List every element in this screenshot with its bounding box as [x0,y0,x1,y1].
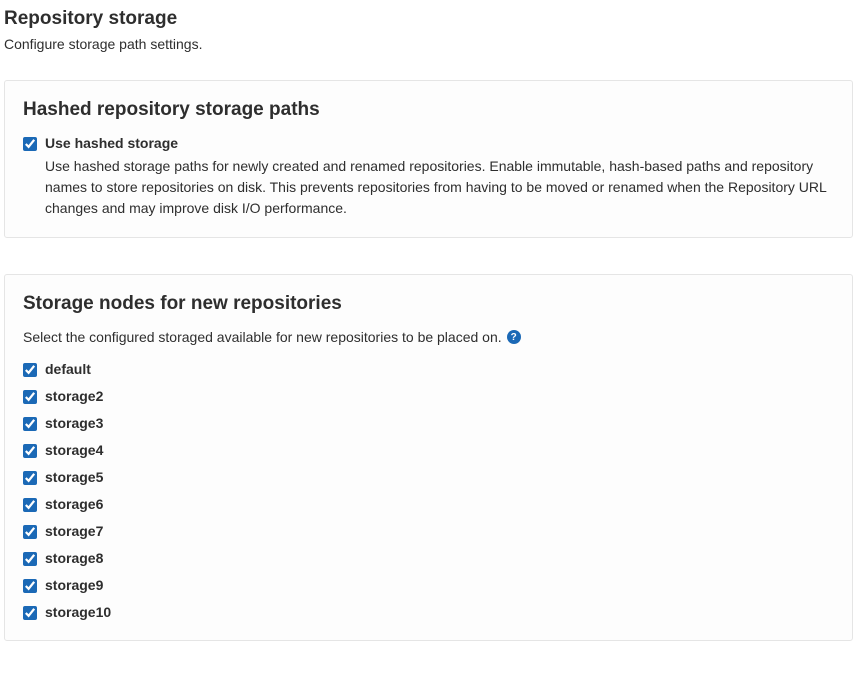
storage-node-body: storage10 [45,604,834,622]
storage-node-checkbox[interactable] [23,417,37,431]
storage-node-item: storage7 [23,523,834,541]
storage-node-body: storage6 [45,496,834,514]
storage-node-list: default storage2 storage3 storage4 storage5 s… [23,361,834,622]
storage-node-label[interactable]: default [45,361,91,377]
storage-node-item: storage5 [23,469,834,487]
storage-node-label[interactable]: storage5 [45,469,103,485]
page-subtitle: Configure storage path settings. [4,36,853,52]
storage-node-label[interactable]: storage6 [45,496,103,512]
storage-node-label[interactable]: storage7 [45,523,103,539]
storage-node-item: storage3 [23,415,834,433]
storage-node-label[interactable]: storage8 [45,550,103,566]
storage-node-checkbox[interactable] [23,525,37,539]
storage-node-label[interactable]: storage3 [45,415,103,431]
storage-node-checkbox[interactable] [23,471,37,485]
use-hashed-storage-description: Use hashed storage paths for newly creat… [45,156,834,219]
storage-nodes-heading: Storage nodes for new repositories [23,293,834,315]
storage-node-body: storage5 [45,469,834,487]
storage-node-checkbox[interactable] [23,363,37,377]
storage-node-checkbox[interactable] [23,390,37,404]
storage-node-item: storage8 [23,550,834,568]
storage-node-item: default [23,361,834,379]
storage-node-label[interactable]: storage10 [45,604,111,620]
storage-node-checkbox[interactable] [23,552,37,566]
storage-node-label[interactable]: storage9 [45,577,103,593]
storage-node-body: storage3 [45,415,834,433]
storage-node-body: storage8 [45,550,834,568]
storage-node-body: storage9 [45,577,834,595]
storage-node-item: storage4 [23,442,834,460]
storage-node-item: storage6 [23,496,834,514]
use-hashed-storage-label[interactable]: Use hashed storage [45,135,178,151]
use-hashed-storage-checkbox[interactable] [23,137,37,151]
storage-node-checkbox[interactable] [23,498,37,512]
storage-node-body: storage7 [45,523,834,541]
help-icon[interactable]: ? [507,330,521,344]
storage-node-checkbox[interactable] [23,579,37,593]
use-hashed-storage-option: Use hashed storage Use hashed storage pa… [23,135,834,219]
storage-node-checkbox[interactable] [23,444,37,458]
storage-nodes-panel: Storage nodes for new repositories Selec… [4,274,853,641]
hashed-storage-panel: Hashed repository storage paths Use hash… [4,80,853,238]
storage-nodes-subtext-text: Select the configured storaged available… [23,329,502,345]
storage-node-label[interactable]: storage2 [45,388,103,404]
storage-node-label[interactable]: storage4 [45,442,103,458]
storage-node-body: storage2 [45,388,834,406]
page-title: Repository storage [4,8,853,30]
storage-node-body: storage4 [45,442,834,460]
hashed-storage-heading: Hashed repository storage paths [23,99,834,121]
use-hashed-storage-body: Use hashed storage Use hashed storage pa… [45,135,834,219]
storage-node-body: default [45,361,834,379]
storage-nodes-subtext: Select the configured storaged available… [23,329,834,345]
storage-node-item: storage2 [23,388,834,406]
storage-node-checkbox[interactable] [23,606,37,620]
storage-node-item: storage10 [23,604,834,622]
storage-node-item: storage9 [23,577,834,595]
